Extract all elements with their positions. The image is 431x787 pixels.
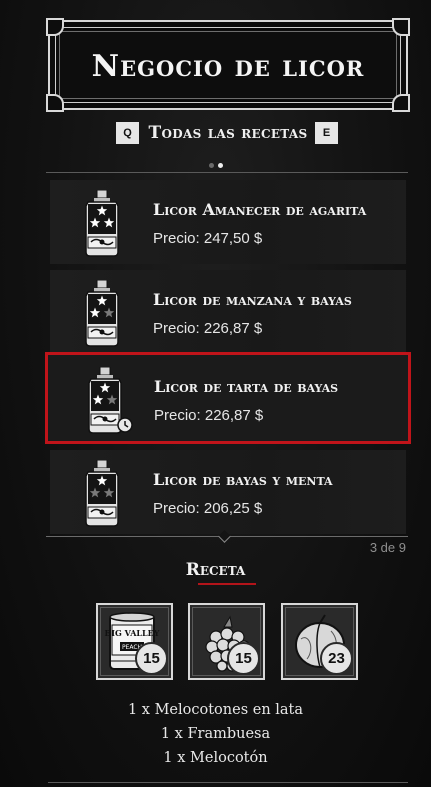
recipe-item-price: Precio: 226,87 $ <box>154 407 264 424</box>
ingredient-slot-raspberry[interactable]: 15 <box>188 603 265 680</box>
shop-header: Negocio de licor <box>46 18 410 112</box>
header-corner <box>392 94 410 112</box>
list-page-indicator: 3 de 9 <box>369 540 406 555</box>
ingredient-slot-peach[interactable]: 23 <box>281 603 358 680</box>
moonshine-bottle-icon <box>78 279 126 347</box>
divider <box>46 172 408 173</box>
ingredient-count-badge: 15 <box>227 642 260 675</box>
header-corner <box>46 18 64 36</box>
moonshine-bottle-icon <box>78 189 126 257</box>
recipe-item[interactable]: Licor de bayas y menta Precio: 206,25 $ <box>50 450 406 534</box>
page-dot-active[interactable] <box>217 163 223 168</box>
recipe-item-name: Licor de manzana y bayas <box>153 290 352 309</box>
next-category-key[interactable]: E <box>315 122 338 144</box>
header-corner <box>392 18 410 36</box>
ingredient-line: 1 x Frambuesa <box>160 726 271 742</box>
recipe-item-price: Precio: 226,87 $ <box>153 320 263 337</box>
can-brand-text: BIG VALLEY <box>105 628 160 638</box>
recipe-heading: Receta <box>185 560 246 580</box>
recipe-item-price: Precio: 247,50 $ <box>153 230 263 247</box>
recipe-item-name: Licor de bayas y menta <box>153 470 333 489</box>
header-corner <box>46 94 64 112</box>
moonshine-bottle-icon <box>78 459 126 527</box>
recipe-item[interactable]: Licor Amanecer de agarita Precio: 247,50 … <box>50 180 406 264</box>
ingredient-line: 1 x Melocotones en lata <box>127 702 304 718</box>
recipe-item-selected[interactable]: Licor de tarta de bayas Precio: 226,87 $ <box>45 352 411 444</box>
ingredient-count-badge: 15 <box>135 642 168 675</box>
prev-category-key[interactable]: Q <box>116 122 139 144</box>
recipe-item-name: Licor de tarta de bayas <box>154 377 339 396</box>
ingredient-line: 1 x Melocotón <box>163 750 268 766</box>
ingredient-requirements: 1 x Melocotones en lata 1 x Frambuesa 1 … <box>0 698 431 770</box>
clock-icon <box>117 417 133 433</box>
ingredient-slots: BIG VALLEY PEACH 15 15 23 <box>96 603 362 681</box>
ingredient-count-badge: 23 <box>320 642 353 675</box>
category-page-dots <box>0 155 431 168</box>
moonshine-bottle-icon <box>81 366 133 434</box>
recipe-item-name: Licor Amanecer de agarita <box>153 200 367 219</box>
divider <box>48 782 408 783</box>
recipe-item[interactable]: Licor de manzana y bayas Precio: 226,87 $ <box>50 270 406 354</box>
recipe-heading-underline <box>198 583 256 585</box>
recipe-item-price: Precio: 206,25 $ <box>153 500 263 517</box>
ingredient-slot-canned-peaches[interactable]: BIG VALLEY PEACH 15 <box>96 603 173 680</box>
category-switcher: Q Todas las recetas E <box>0 122 431 146</box>
category-label: Todas las recetas <box>148 123 308 143</box>
page-dot[interactable] <box>208 163 214 168</box>
page-title: Negocio de licor <box>91 49 365 84</box>
